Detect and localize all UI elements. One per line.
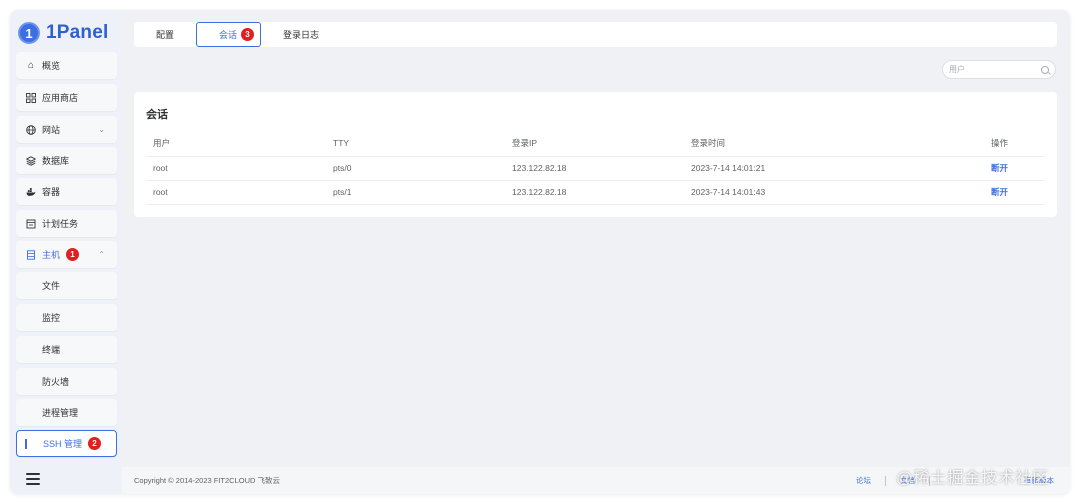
cell-user: root [146, 156, 326, 181]
sidebar-subitem-firewall[interactable]: 防火墙 [16, 368, 117, 395]
divider [885, 475, 886, 486]
chevron-down-icon: ⌄ [98, 125, 105, 134]
docker-icon [26, 187, 36, 197]
sidebar-subitem-process[interactable]: 进程管理 [16, 399, 117, 426]
sidebar-item-database[interactable]: 数据库 [16, 147, 117, 174]
cell-user: root [146, 180, 326, 205]
sidebar-item-label: 数据库 [42, 156, 70, 166]
sidebar: 1 1Panel ⌂ 概览 应用商店 网站 ⌄ 数据库 容器 计划任务 主机 1… [10, 10, 122, 494]
home-icon: ⌂ [27, 60, 35, 71]
sidebar-item-container[interactable]: 容器 [16, 178, 117, 205]
app-window: 1 1Panel ⌂ 概览 应用商店 网站 ⌄ 数据库 容器 计划任务 主机 1… [10, 10, 1070, 494]
sessions-table: 用户 TTY 登录IP 登录时间 操作 root pts/0 123.122.8… [146, 131, 1045, 205]
step-badge: 2 [88, 437, 102, 450]
cell-tty: pts/0 [326, 156, 505, 181]
active-indicator [25, 439, 27, 449]
tab-config[interactable]: 配置 [148, 22, 182, 47]
globe-icon [26, 124, 36, 135]
column-header: TTY [326, 131, 505, 157]
tab-label: 登录日志 [283, 30, 320, 40]
column-header: 登录IP [505, 131, 684, 157]
sidebar-item-label: 防火墙 [42, 377, 70, 387]
card-title: 会话 [146, 109, 168, 121]
sidebar-item-label: 应用商店 [42, 93, 79, 103]
user-search [942, 60, 1056, 79]
database-icon [26, 155, 36, 166]
cell-time: 2023-7-14 14:01:21 [684, 156, 984, 181]
sidebar-item-label: 监控 [42, 313, 61, 323]
sidebar-item-label: 网站 [42, 125, 61, 135]
table-header: 用户 TTY 登录IP 登录时间 操作 [146, 131, 1045, 157]
column-header: 用户 [146, 131, 326, 157]
sidebar-item-label: 主机 [42, 250, 61, 260]
step-badge: 1 [66, 248, 80, 261]
chevron-up-icon: ⌃ [98, 250, 105, 259]
sidebar-item-label: 进程管理 [42, 408, 79, 418]
table-row: root pts/0 123.122.82.18 2023-7-14 14:01… [146, 156, 1045, 181]
cell-time: 2023-7-14 14:01:43 [684, 180, 984, 205]
tab-label: 配置 [156, 30, 175, 40]
sidebar-item-label: 概览 [42, 61, 61, 71]
disconnect-button[interactable]: 断开 [984, 156, 1045, 181]
apps-icon [26, 92, 36, 103]
tab-login-log[interactable]: 登录日志 [275, 22, 327, 47]
tab-label: 会话 [219, 30, 238, 40]
server-icon [26, 249, 36, 260]
copyright-text: Copyright © 2014-2023 FIT2CLOUD 飞致云 [134, 476, 280, 485]
watermark: @稀土掘金技术社区 [896, 470, 1050, 487]
search-icon[interactable] [1041, 65, 1049, 74]
calendar-icon [26, 219, 36, 229]
disconnect-button[interactable]: 断开 [984, 180, 1045, 205]
sessions-card: 会话 用户 TTY 登录IP 登录时间 操作 root pts/0 123.12… [134, 92, 1057, 217]
sidebar-item-app-store[interactable]: 应用商店 [16, 84, 117, 111]
sidebar-item-label: 容器 [42, 187, 61, 197]
sidebar-subitem-files[interactable]: 文件 [16, 272, 117, 299]
logo[interactable]: 1 1Panel [18, 18, 114, 48]
sidebar-item-cron[interactable]: 计划任务 [16, 210, 117, 237]
step-badge: 3 [241, 28, 255, 41]
sidebar-subitem-terminal[interactable]: 终端 [16, 336, 117, 363]
cell-tty: pts/1 [326, 180, 505, 205]
sidebar-item-host[interactable]: 主机 1 ⌃ [16, 241, 117, 268]
logo-icon: 1 [18, 22, 40, 44]
cell-ip: 123.122.82.18 [505, 156, 684, 181]
column-header: 登录时间 [684, 131, 984, 157]
forum-link[interactable]: 论坛 [856, 475, 871, 486]
table-row: root pts/1 123.122.82.18 2023-7-14 14:01… [146, 180, 1045, 205]
sidebar-item-label: 终端 [42, 345, 61, 355]
sidebar-item-overview[interactable]: ⌂ 概览 [16, 52, 117, 79]
sidebar-subitem-ssh[interactable]: SSH 管理 2 [16, 430, 117, 457]
cell-ip: 123.122.82.18 [505, 180, 684, 205]
sidebar-item-label: 计划任务 [42, 219, 79, 229]
tab-bar: 配置 会话 3 登录日志 [134, 22, 1057, 47]
sidebar-item-label: 文件 [42, 281, 61, 291]
sidebar-item-website[interactable]: 网站 ⌄ [16, 116, 117, 143]
search-input[interactable] [949, 65, 1041, 74]
logo-text: 1Panel [46, 22, 109, 43]
menu-collapse-icon[interactable] [26, 473, 40, 485]
tab-sessions[interactable]: 会话 3 [196, 22, 262, 47]
column-header: 操作 [984, 131, 1045, 157]
sidebar-item-label: SSH 管理 [43, 439, 83, 449]
sidebar-subitem-monitor[interactable]: 监控 [16, 304, 117, 331]
